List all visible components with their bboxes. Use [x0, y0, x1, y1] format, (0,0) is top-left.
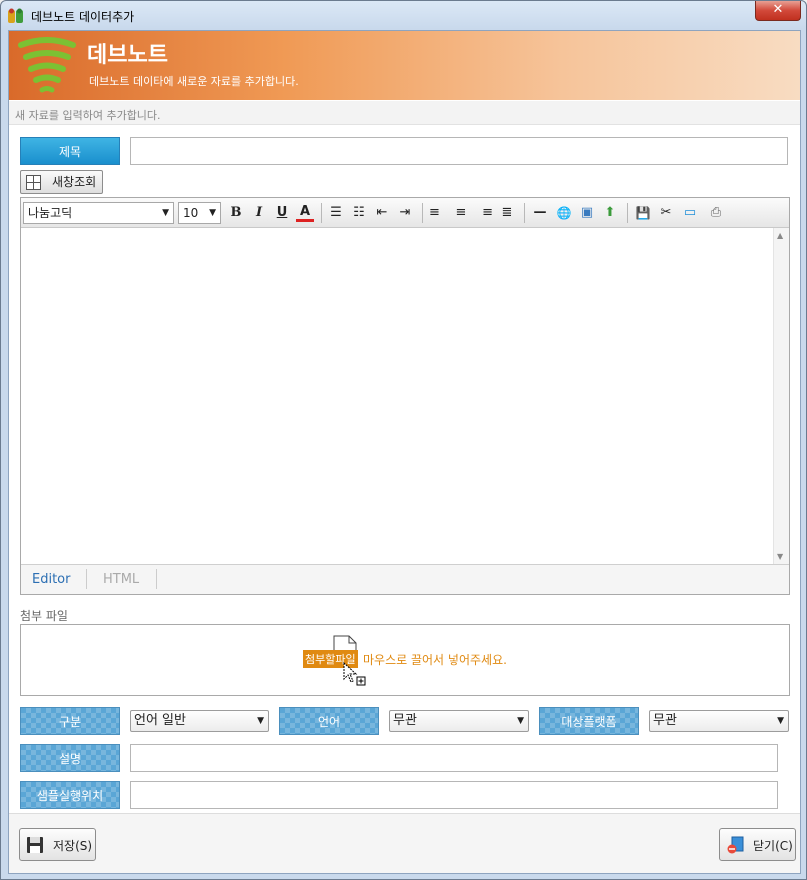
underline-icon[interactable]: U — [273, 204, 291, 222]
scroll-down-icon[interactable]: ▼ — [777, 552, 783, 561]
title-input[interactable] — [130, 137, 788, 165]
image-icon[interactable]: ▣ — [578, 204, 596, 222]
window: 데브노트 데이터추가 ✕ 데브노트 데브노트 데이타에 새로운 자료를 추가합니… — [0, 0, 807, 880]
indent-icon[interactable]: ⇥ — [396, 204, 414, 222]
attachment-hint: 마우스로 끌어서 넣어주세요. — [363, 653, 507, 667]
bottom-bar: 저장(S) 닫기(C) — [9, 813, 800, 873]
save-button[interactable]: 저장(S) — [19, 828, 96, 861]
save-button-label: 저장(S) — [53, 839, 93, 853]
font-family-value: 나눔고딕 — [28, 206, 73, 220]
save-icon[interactable]: 💾 — [634, 204, 652, 222]
sample-path-label: 샘플실행위치 — [20, 781, 120, 809]
toolbar-separator — [524, 203, 525, 223]
category-select[interactable]: 언어 일반 ▼ — [130, 710, 269, 732]
italic-icon[interactable]: I — [250, 204, 268, 222]
close-icon: ✕ — [772, 2, 784, 17]
window-grid-icon — [26, 175, 41, 190]
category-value: 언어 일반 — [134, 713, 186, 728]
chevron-down-icon: ▼ — [517, 716, 524, 726]
description-input[interactable] — [130, 744, 778, 772]
language-select[interactable]: 무관 ▼ — [389, 710, 529, 732]
toolbar-separator — [321, 203, 322, 223]
tab-separator — [86, 569, 87, 589]
sample-path-input[interactable] — [130, 781, 778, 809]
font-family-select[interactable]: 나눔고딕 ▼ — [23, 202, 174, 224]
outdent-icon[interactable]: ⇤ — [373, 204, 391, 222]
font-size-select[interactable]: 10 ▼ — [178, 202, 221, 224]
link-icon[interactable]: 🌐 — [555, 204, 573, 222]
wifi-logo-icon — [18, 37, 76, 93]
category-label: 구분 — [20, 707, 120, 735]
preview-button-label: 새창조회 — [52, 175, 97, 189]
dialog-body: 데브노트 데브노트 데이타에 새로운 자료를 추가합니다. 새 자료를 입력하여… — [8, 30, 801, 874]
exit-door-icon — [727, 836, 744, 854]
banner-title: 데브노트 — [87, 42, 168, 67]
language-label: 언어 — [279, 707, 379, 735]
chevron-down-icon: ▼ — [162, 208, 169, 218]
print-icon[interactable]: ⎙ — [707, 204, 725, 222]
toolbar-separator — [422, 203, 423, 223]
window-title: 데브노트 데이터추가 — [31, 10, 135, 24]
platform-select[interactable]: 무관 ▼ — [649, 710, 789, 732]
editor-mode-tabs: Editor HTML — [21, 564, 789, 594]
horizontal-rule-icon[interactable]: — — [531, 204, 549, 222]
banner-subtitle: 데브노트 데이타에 새로운 자료를 추가합니다. — [89, 75, 299, 88]
rich-text-editor: 나눔고딕 ▼ 10 ▼ B I U A ☰ ☷ ⇤ ⇥ ≡ ≡ ≡ ≣ — 🌐 … — [20, 197, 790, 595]
align-center-icon[interactable]: ≡ — [452, 204, 470, 222]
chevron-down-icon: ▼ — [777, 716, 784, 726]
align-left-icon[interactable]: ≡ — [429, 204, 447, 222]
close-button-label: 닫기(C) — [753, 839, 793, 853]
chevron-down-icon: ▼ — [209, 208, 216, 218]
title-bar[interactable]: 데브노트 데이터추가 ✕ — [1, 1, 806, 30]
toolbar-separator — [627, 203, 628, 223]
ordered-list-icon[interactable]: ☰ — [327, 204, 345, 222]
editor-scrollbar[interactable]: ▲ ▼ — [773, 228, 789, 564]
chevron-down-icon: ▼ — [257, 716, 264, 726]
cut-icon[interactable]: ✂ — [657, 204, 675, 222]
insert-icon[interactable]: ⬆ — [601, 204, 619, 222]
screen-icon[interactable]: ▭ — [681, 204, 699, 222]
scroll-up-icon[interactable]: ▲ — [777, 231, 783, 240]
align-justify-icon[interactable]: ≣ — [498, 204, 516, 222]
bold-icon[interactable]: B — [227, 204, 245, 222]
header-banner: 데브노트 데브노트 데이타에 새로운 자료를 추가합니다. — [9, 31, 800, 100]
font-size-value: 10 — [183, 206, 199, 220]
tab-editor[interactable]: Editor — [32, 572, 70, 587]
tab-separator — [156, 569, 157, 589]
app-icon — [8, 8, 23, 23]
window-close-button[interactable]: ✕ — [755, 1, 801, 21]
hint-text: 새 자료를 입력하여 추가합니다. — [15, 109, 161, 122]
close-button[interactable]: 닫기(C) — [719, 828, 796, 861]
floppy-disk-icon — [27, 837, 43, 853]
tab-html[interactable]: HTML — [103, 572, 139, 587]
platform-label: 대상플랫폼 — [539, 707, 639, 735]
editor-content-area[interactable] — [21, 228, 773, 564]
attachment-drop-zone[interactable]: 첨부할파일 마우스로 끌어서 넣어주세요. — [20, 624, 790, 696]
align-right-icon[interactable]: ≡ — [475, 204, 493, 222]
description-label: 설명 — [20, 744, 120, 772]
title-label: 제목 — [20, 137, 120, 165]
unordered-list-icon[interactable]: ☷ — [350, 204, 368, 222]
editor-toolbar: 나눔고딕 ▼ 10 ▼ B I U A ☰ ☷ ⇤ ⇥ ≡ ≡ ≡ ≣ — 🌐 … — [21, 198, 789, 228]
preview-button[interactable]: 새창조회 — [20, 170, 103, 194]
language-value: 무관 — [393, 713, 417, 728]
attachment-label: 첨부 파일 — [20, 609, 68, 623]
platform-value: 무관 — [653, 713, 677, 728]
font-color-icon[interactable]: A — [296, 204, 314, 222]
hint-bar: 새 자료를 입력하여 추가합니다. — [9, 101, 800, 125]
